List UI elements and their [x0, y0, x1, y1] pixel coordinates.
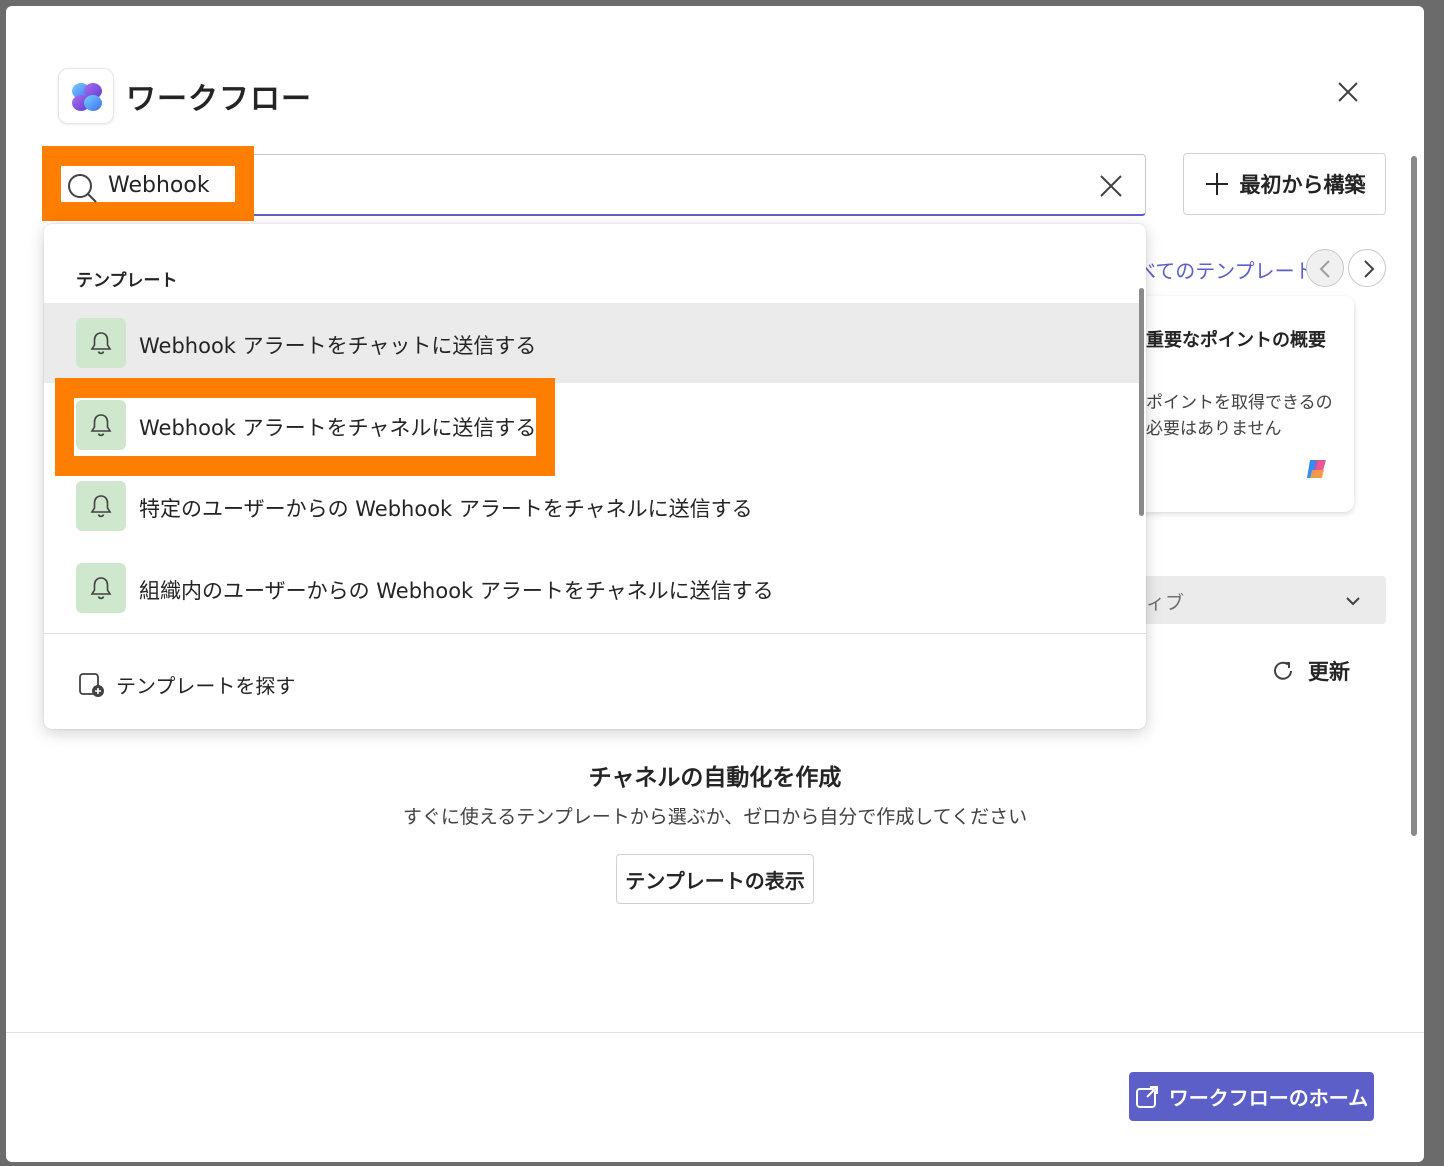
find-templates-button[interactable]: テンプレートを探す [78, 670, 295, 699]
dropdown-scrollbar[interactable] [1139, 288, 1144, 516]
card-description: ポイントを取得できるの [1146, 393, 1333, 413]
list-item-label: Webhook アラートをチャットに送信する [139, 334, 537, 358]
empty-state-title: チャネルの自動化を作成 [588, 765, 842, 791]
build-from-scratch-button[interactable]: 最初から構築 [1183, 153, 1386, 215]
carousel-next-button[interactable] [1348, 249, 1386, 287]
list-item[interactable]: 組織内のユーザーからの Webhook アラートをチャネルに送信する [44, 548, 1140, 628]
open-external-icon [1135, 1085, 1158, 1108]
card-title: 重要なポイントの概要 [1146, 330, 1326, 351]
chevron-right-icon [1364, 260, 1375, 278]
dropdown-heading: テンプレート [76, 271, 178, 291]
filter-value: ィブ [1146, 592, 1185, 614]
bell-icon [76, 563, 126, 613]
list-item[interactable]: 特定のユーザーからの Webhook アラートをチャネルに送信する [44, 466, 1140, 546]
all-templates-link[interactable]: べてのテンプレート [1136, 255, 1315, 284]
chevron-left-icon [1319, 260, 1330, 278]
home-button-label: ワークフローのホーム [1168, 1086, 1369, 1110]
dialog-scrollbar[interactable] [1411, 156, 1417, 836]
footer-divider [6, 1032, 1424, 1033]
list-item[interactable]: Webhook アラートをチャットに送信する [44, 303, 1140, 383]
workflows-home-button[interactable]: ワークフローのホーム [1129, 1072, 1374, 1121]
find-templates-label: テンプレートを探す [116, 674, 296, 698]
dropdown-divider [44, 633, 1146, 634]
list-item-label: 組織内のユーザーからの Webhook アラートをチャネルに送信する [139, 579, 774, 603]
search-value[interactable]: Webhook [108, 173, 210, 198]
workflows-logo-icon [58, 68, 114, 124]
plus-icon [1205, 173, 1228, 195]
close-icon[interactable] [1332, 76, 1364, 108]
empty-state-description: すぐに使えるテンプレートから選ぶか、ゼロから自分で作成してください [402, 806, 1028, 828]
dismiss-icon[interactable] [1096, 171, 1126, 201]
list-item-label: Webhook アラートをチャネルに送信する [139, 416, 537, 440]
card-description: 必要はありません [1146, 419, 1282, 439]
bell-icon [76, 400, 126, 450]
bell-icon [76, 318, 126, 368]
list-item[interactable]: Webhook アラートをチャネルに送信する [44, 385, 544, 465]
refresh-icon [1274, 661, 1292, 680]
workflows-dialog: ワークフロー Webhook 最初から構築 べてのテンプレート 重要なポイントの… [6, 6, 1424, 1162]
refresh-button[interactable]: 更新 [1270, 656, 1350, 686]
show-templates-button[interactable]: テンプレートの表示 [616, 854, 814, 904]
carousel-prev-button[interactable] [1306, 249, 1344, 287]
bell-icon [76, 481, 126, 531]
chevron-down-icon [1346, 597, 1360, 606]
list-item-label: 特定のユーザーからの Webhook アラートをチャネルに送信する [139, 497, 753, 521]
dialog-title: ワークフロー [126, 82, 312, 117]
copilot-icon [1304, 456, 1330, 486]
search-suggestions-dropdown: テンプレート Webhook アラートをチャットに送信する 特定のユーザーからの… [44, 224, 1146, 729]
filter-dropdown[interactable]: ィブ [1106, 576, 1386, 624]
build-button-label: 最初から構築 [1239, 173, 1366, 197]
search-icon [66, 172, 98, 204]
refresh-label: 更新 [1308, 660, 1350, 684]
template-add-icon [79, 672, 104, 697]
